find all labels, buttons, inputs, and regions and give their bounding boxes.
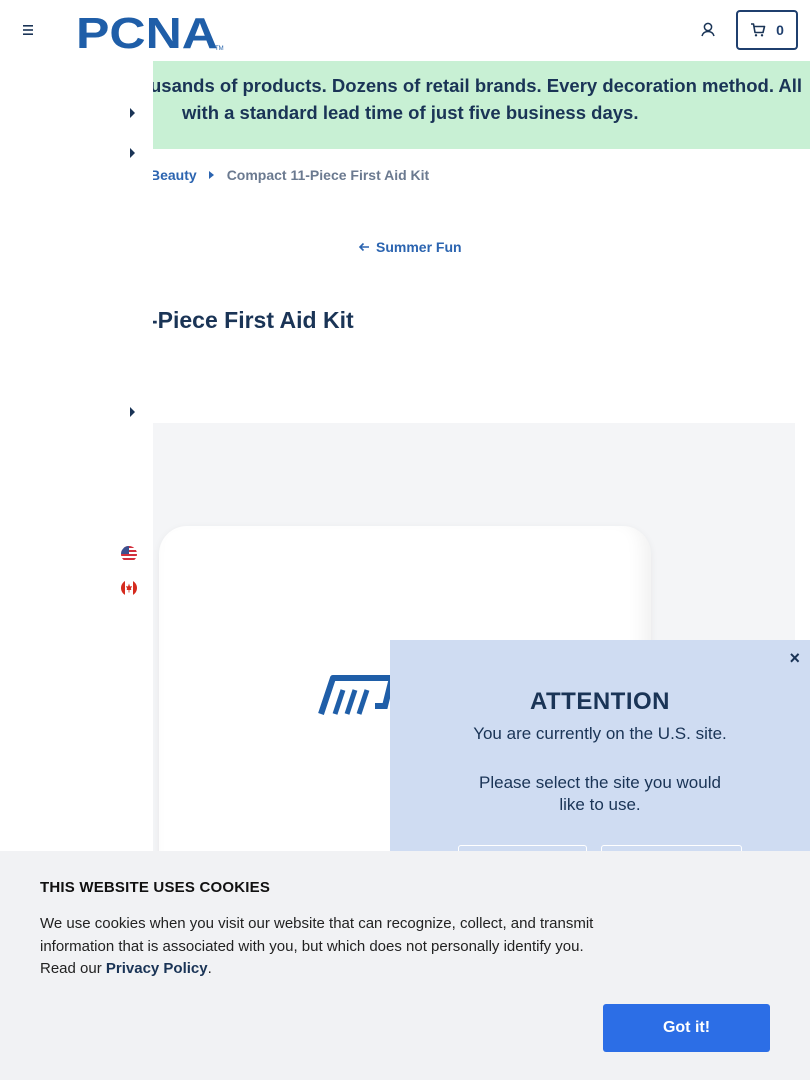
cookie-title: THIS WEBSITE USES COOKIES — [40, 879, 271, 896]
cookie-text-end: . — [207, 960, 212, 977]
region-select-popup: × ATTENTION You are currently on the U.S… — [390, 640, 810, 875]
cart-button[interactable]: 0 — [736, 10, 798, 50]
caret-right-icon[interactable] — [130, 108, 135, 118]
svg-text:TM: TM — [215, 46, 224, 52]
product-title: -Piece First Aid Kit — [150, 307, 354, 333]
back-link[interactable]: Summer Fun — [358, 239, 462, 255]
caret-right-icon[interactable] — [130, 148, 135, 158]
svg-text:PCNA: PCNA — [76, 10, 218, 52]
account-button[interactable] — [697, 19, 719, 41]
close-icon[interactable]: × — [789, 648, 800, 669]
breadcrumb-current: Compact 11-Piece First Aid Kit — [226, 167, 430, 183]
back-link-label: Summer Fun — [376, 239, 462, 255]
arrow-left-icon — [358, 242, 369, 252]
site-header: PCNA TM 0 — [0, 0, 810, 60]
breadcrumb: Beauty Compact 11-Piece First Aid Kit — [150, 167, 429, 183]
privacy-policy-link[interactable]: Privacy Policy — [106, 960, 208, 977]
accept-cookies-button[interactable]: Got it! — [603, 1004, 770, 1052]
popup-title: ATTENTION — [529, 688, 671, 715]
cart-count: 0 — [776, 22, 784, 38]
menu-button[interactable] — [18, 20, 38, 40]
us-flag-icon[interactable] — [121, 546, 137, 562]
canada-flag-icon[interactable] — [121, 580, 137, 596]
breadcrumb-beauty[interactable]: Beauty — [150, 167, 197, 183]
promo-text-line2: with a standard lead time of just five b… — [182, 102, 639, 123]
cookie-message: We use cookies when you visit our websit… — [40, 913, 610, 981]
popup-prompt: Please select the site you would like to… — [479, 773, 721, 814]
cookie-banner: THIS WEBSITE USES COOKIES We use cookies… — [0, 851, 810, 1080]
side-menu-panel — [0, 61, 153, 861]
caret-right-icon[interactable] — [130, 407, 135, 417]
user-icon — [701, 22, 715, 37]
promo-text-line1: usands of products. Dozens of retail bra… — [150, 75, 803, 96]
hamburger-icon — [23, 25, 33, 35]
popup-current-site: You are currently on the U.S. site. — [473, 724, 727, 743]
pcna-logo[interactable]: PCNA TM — [76, 9, 226, 58]
chevron-right-icon — [208, 171, 214, 179]
cart-icon — [751, 23, 766, 37]
